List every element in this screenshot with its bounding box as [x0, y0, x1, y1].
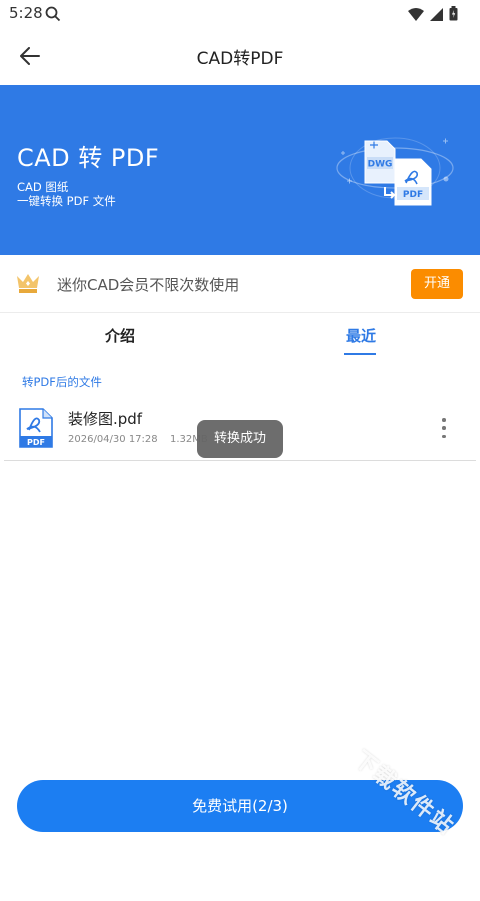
banner-subtitle-2: 一键转换 PDF 文件 — [17, 194, 116, 208]
tab-recent[interactable]: 最近 — [346, 325, 376, 346]
banner-title: CAD 转 PDF — [17, 144, 160, 172]
status-bar: 5:28 — [0, 0, 480, 28]
crown-icon — [17, 274, 39, 293]
promo-banner: CAD 转 PDF CAD 图纸 一键转换 PDF 文件 DWG PDF — [0, 85, 480, 255]
wifi-icon — [408, 6, 424, 25]
tab-bar: 介绍 最近 — [0, 313, 480, 357]
file-date: 2026/04/30 17:28 — [68, 434, 158, 445]
toast-message: 转换成功 — [197, 420, 283, 458]
free-trial-button[interactable]: 免费试用(2/3) — [17, 780, 463, 832]
more-options-icon[interactable] — [436, 416, 452, 440]
file-icon-label: PDF — [27, 438, 45, 447]
membership-row: 迷你CAD会员不限次数使用 开通 — [0, 256, 480, 313]
status-time: 5:28 — [9, 4, 43, 22]
search-icon — [45, 6, 61, 26]
battery-icon — [449, 6, 458, 25]
pdf-file-icon: PDF — [19, 408, 53, 448]
page-title: CAD转PDF — [196, 49, 284, 69]
signal-icon — [430, 6, 443, 25]
tab-intro[interactable]: 介绍 — [105, 325, 135, 346]
membership-text: 迷你CAD会员不限次数使用 — [57, 276, 240, 294]
app-bar: CAD转PDF — [0, 28, 480, 84]
dwg-label: DWG — [368, 160, 393, 170]
section-label: 转PDF后的文件 — [22, 375, 102, 389]
pdf-label: PDF — [403, 190, 423, 200]
file-name: 装修图.pdf — [68, 410, 143, 428]
open-membership-button[interactable]: 开通 — [411, 269, 463, 299]
tab-active-indicator — [344, 353, 376, 355]
file-meta: 2026/04/30 17:28 1.32MB — [68, 434, 208, 445]
dwg-to-pdf-illustration: DWG PDF — [336, 137, 454, 206]
